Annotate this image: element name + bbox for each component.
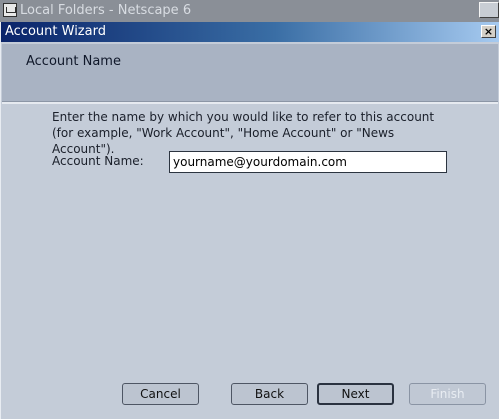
background-window-title: Local Folders - Netscape 6 xyxy=(20,3,192,18)
background-window-titlebar: Local Folders - Netscape 6 xyxy=(0,0,499,22)
close-icon: × xyxy=(483,25,494,38)
account-wizard-dialog: Account Wizard × Account Name Enter the … xyxy=(0,22,499,419)
window-control-button[interactable] xyxy=(479,2,499,18)
next-button[interactable]: Next xyxy=(317,383,394,405)
finish-button[interactable]: Finish xyxy=(409,383,486,405)
dialog-titlebar[interactable]: Account Wizard × xyxy=(1,22,499,42)
account-name-label: Account Name: xyxy=(52,154,144,168)
page-description: Enter the name by which you would like t… xyxy=(52,110,435,156)
page-header: Account Name xyxy=(2,44,498,104)
back-button[interactable]: Back xyxy=(231,383,308,405)
account-name-input[interactable] xyxy=(169,151,447,173)
dialog-title: Account Wizard xyxy=(5,24,106,39)
page-title: Account Name xyxy=(26,54,121,69)
mail-icon xyxy=(3,3,17,17)
close-button[interactable]: × xyxy=(481,25,496,38)
cancel-button[interactable]: Cancel xyxy=(122,383,199,405)
